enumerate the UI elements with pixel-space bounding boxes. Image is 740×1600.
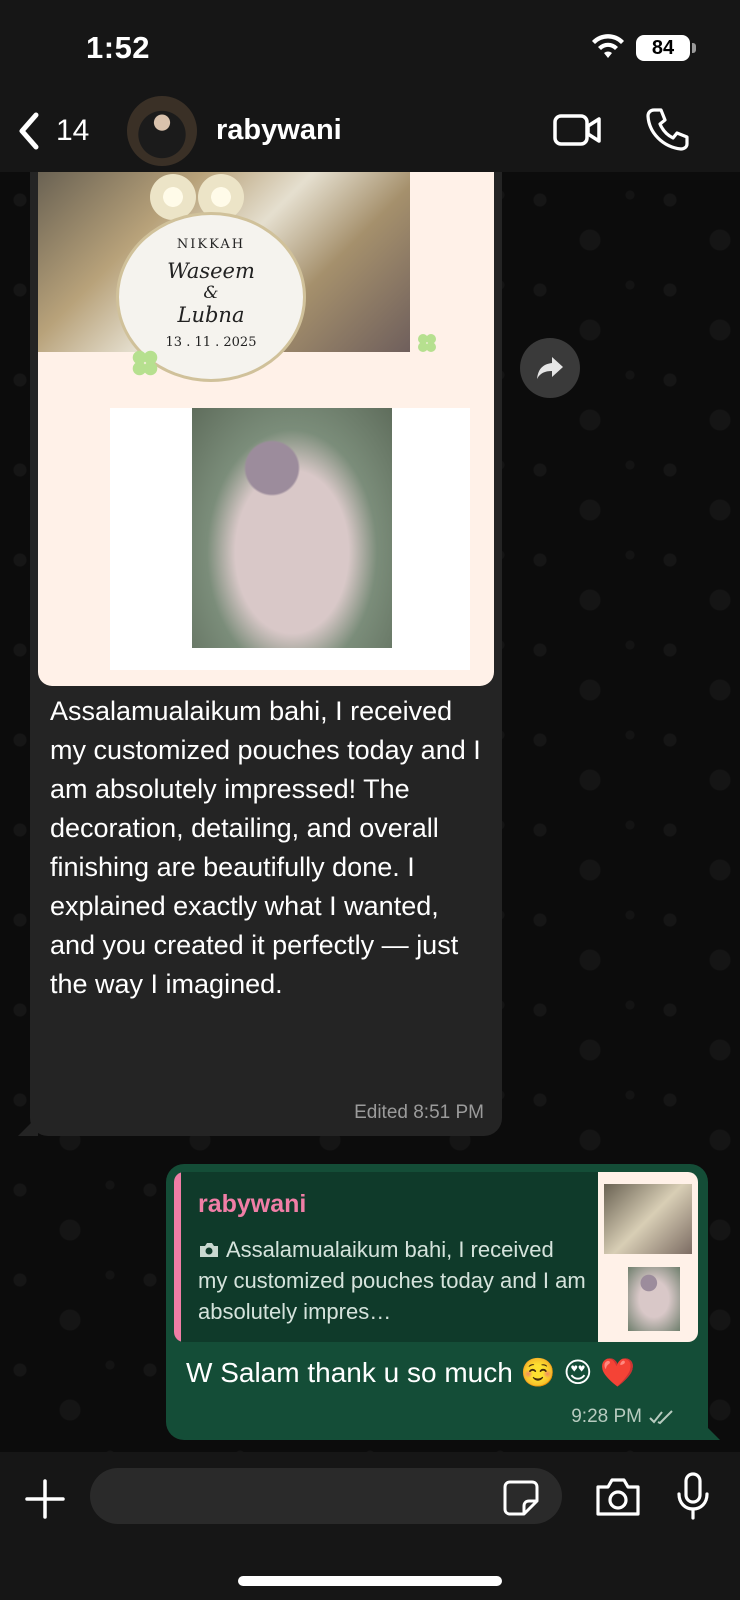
home-indicator	[238, 1576, 502, 1586]
forward-button[interactable]	[520, 338, 580, 398]
quote-text-content: Assalamualaikum bahi, I received my cust…	[198, 1237, 586, 1324]
phone-icon[interactable]	[644, 106, 690, 152]
camera-icon	[200, 1243, 218, 1257]
chat-header: 14 rabywani	[0, 92, 740, 172]
contact-name[interactable]: rabywani	[216, 114, 342, 147]
message-text: Assalamualaikum bahi, I received my cust…	[50, 696, 481, 999]
message-time: 9:28 PM	[571, 1406, 642, 1427]
clover-icon	[132, 350, 158, 376]
pouch-photo-top: NIKKAH Waseem & Lubna 13 . 11 . 2025	[38, 172, 410, 382]
status-time: 1:52	[86, 30, 151, 65]
quote-author: rabywani	[198, 1190, 307, 1218]
message-timestamp: 9:28 PM	[571, 1406, 674, 1428]
back-button[interactable]: 14	[14, 106, 89, 156]
forward-arrow-icon	[537, 357, 563, 379]
avatar[interactable]	[127, 96, 197, 166]
thumb-photo-top	[604, 1184, 692, 1254]
pouch-photo-frame	[110, 408, 470, 670]
message-timestamp: Edited 8:51 PM	[354, 1102, 484, 1123]
battery-indicator: 84	[636, 35, 696, 61]
clover-icon	[418, 334, 436, 352]
message-input[interactable]	[90, 1468, 562, 1524]
quote-accent-bar	[174, 1172, 181, 1342]
video-camera-icon[interactable]	[552, 110, 602, 150]
quote-thumbnail	[598, 1172, 698, 1342]
seal-name-1: Waseem	[167, 259, 255, 283]
outgoing-message[interactable]: rabywani Assalamualaikum bahi, I receive…	[166, 1164, 708, 1440]
wifi-icon	[592, 34, 624, 58]
status-bar: 1:52 84	[0, 0, 740, 92]
pouch-photo-bottom	[192, 408, 392, 648]
chevron-left-icon	[19, 112, 39, 150]
message-text: W Salam thank u so much ☺️ 😍 ❤️	[186, 1357, 636, 1388]
double-check-icon	[649, 1410, 673, 1425]
camera-icon[interactable]	[594, 1476, 642, 1518]
seal-name-2: Lubna	[177, 303, 245, 327]
seal-amp: &	[203, 283, 219, 303]
unread-count: 14	[56, 114, 90, 147]
message-image[interactable]: NIKKAH Waseem & Lubna 13 . 11 . 2025	[38, 172, 494, 686]
microphone-icon[interactable]	[676, 1472, 710, 1520]
seal-title: NIKKAH	[176, 237, 246, 252]
plus-icon[interactable]	[24, 1478, 66, 1520]
quoted-message[interactable]: rabywani Assalamualaikum bahi, I receive…	[174, 1172, 698, 1342]
composer-bar	[0, 1452, 740, 1600]
thumb-photo-bottom	[628, 1267, 680, 1331]
incoming-message[interactable]: NIKKAH Waseem & Lubna 13 . 11 . 2025 Ass…	[30, 172, 502, 1136]
sticker-icon[interactable]	[502, 1479, 540, 1517]
quote-text: Assalamualaikum bahi, I received my cust…	[198, 1234, 588, 1327]
